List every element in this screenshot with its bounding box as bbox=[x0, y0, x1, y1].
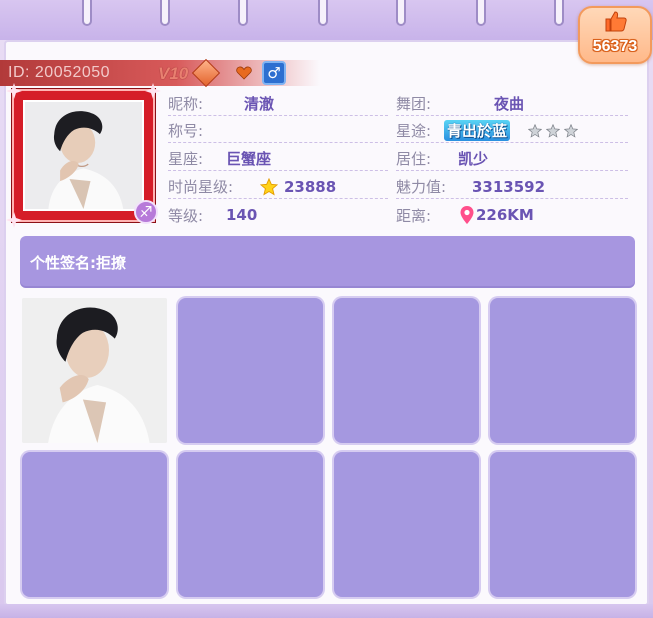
signature-bar[interactable]: 个性签名: 拒撩 bbox=[20, 236, 635, 288]
info-row-charm: 魅力值: 3313592 bbox=[396, 175, 628, 199]
gallery-photo bbox=[22, 298, 167, 443]
signature-text: 拒撩 bbox=[96, 253, 127, 272]
binder-ring bbox=[238, 0, 248, 26]
user-id: ID: 20052050 bbox=[8, 64, 111, 81]
info-row-nickname: 昵称: 清澈 bbox=[168, 92, 388, 116]
info-row-distance: 距离: 226KM bbox=[396, 203, 628, 227]
photo-slot-7[interactable] bbox=[334, 452, 479, 597]
star-decoration-icon bbox=[145, 83, 161, 99]
male-symbol-icon: ♂ bbox=[262, 61, 286, 85]
info-row-level: 等级: 140 bbox=[168, 203, 388, 227]
distance-label: 距离: bbox=[396, 206, 432, 225]
info-row-dance-group: 舞团: 夜曲 bbox=[396, 92, 628, 116]
nickname-label: 昵称: bbox=[168, 95, 204, 113]
vip-diamond-icon bbox=[191, 58, 221, 88]
photo-slot-6[interactable] bbox=[178, 452, 323, 597]
photo-slot-4[interactable] bbox=[490, 298, 635, 443]
photo-slot-1[interactable] bbox=[22, 298, 167, 443]
title-label: 称号: bbox=[168, 122, 204, 140]
binder-ring bbox=[160, 0, 170, 26]
star-decoration-icon bbox=[6, 212, 22, 228]
constellation-label: 星座: bbox=[168, 150, 204, 168]
binder-ring bbox=[476, 0, 486, 26]
info-row-title: 称号: bbox=[168, 119, 388, 143]
like-button[interactable]: 56373 bbox=[578, 6, 652, 64]
star-decoration-icon bbox=[6, 83, 22, 99]
fashion-star-value: 23888 bbox=[284, 177, 337, 196]
constellation-value: 巨蟹座 bbox=[226, 150, 272, 168]
distance-value: 226KM bbox=[476, 206, 534, 224]
signature-label: 个性签名: bbox=[30, 253, 96, 272]
binder-ring bbox=[554, 0, 564, 26]
star-icon bbox=[546, 123, 561, 138]
location-pin-icon bbox=[460, 206, 474, 224]
avatar-photo-frame bbox=[23, 100, 144, 211]
fashion-star-label: 时尚星级: bbox=[168, 178, 234, 196]
binder-ring bbox=[318, 0, 328, 26]
photo-slot-5[interactable] bbox=[22, 452, 167, 597]
photo-slot-2[interactable] bbox=[178, 298, 323, 443]
avatar-photo bbox=[25, 102, 142, 209]
nickname-value: 清澈 bbox=[244, 95, 275, 113]
level-value: 140 bbox=[226, 206, 258, 224]
heart-icon bbox=[236, 66, 252, 80]
photo-slot-3[interactable] bbox=[334, 298, 479, 443]
footer-strip bbox=[0, 604, 653, 618]
dance-group-value: 夜曲 bbox=[494, 95, 525, 113]
sagittarius-icon: ♐ bbox=[134, 200, 158, 224]
dance-group-label: 舞团: bbox=[396, 95, 432, 113]
photo-slot-8[interactable] bbox=[490, 452, 635, 597]
residence-value: 凯少 bbox=[458, 150, 489, 168]
like-count: 56373 bbox=[592, 38, 638, 55]
binder-ring bbox=[82, 0, 92, 26]
star-icon bbox=[564, 123, 579, 138]
thumbs-up-icon bbox=[605, 11, 627, 32]
info-row-constellation: 星座: 巨蟹座 bbox=[168, 147, 388, 171]
level-label: 等级: bbox=[168, 206, 204, 225]
vip-level: V10 bbox=[158, 64, 189, 83]
charm-value: 3313592 bbox=[472, 177, 546, 196]
star-icon bbox=[528, 123, 543, 138]
info-row-star-path: 星途: 青出於蓝 bbox=[396, 119, 628, 143]
rank-stars bbox=[524, 123, 579, 138]
star-icon bbox=[260, 177, 278, 196]
star-path-value: 青出於蓝 bbox=[444, 120, 511, 141]
binder-ring bbox=[396, 0, 406, 26]
avatar[interactable] bbox=[6, 83, 161, 228]
info-row-residence: 居住: 凯少 bbox=[396, 147, 628, 171]
info-row-fashion-star: 时尚星级: 23888 bbox=[168, 175, 388, 199]
charm-label: 魅力值: bbox=[396, 178, 447, 196]
residence-label: 居住: bbox=[396, 150, 432, 168]
star-path-label: 星途: bbox=[396, 122, 432, 140]
